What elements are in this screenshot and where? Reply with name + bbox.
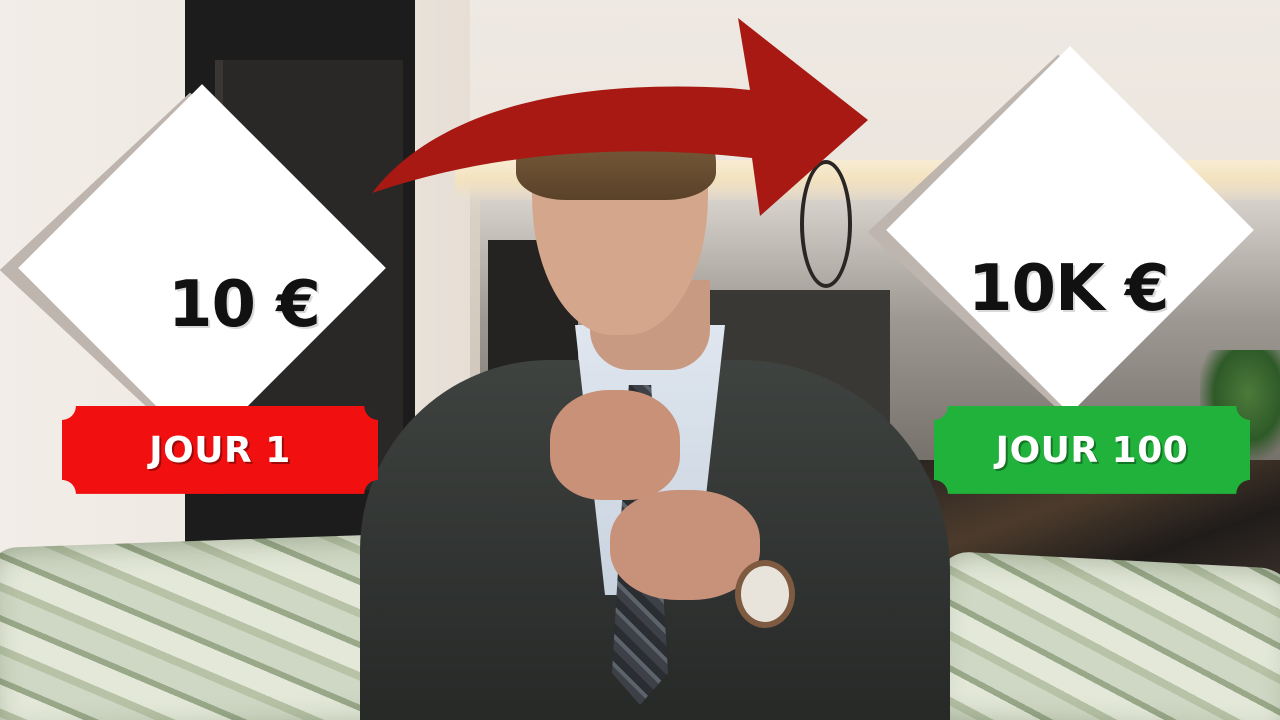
day-1-label: JOUR 1 <box>62 406 378 494</box>
left-price: 10 € <box>168 268 321 342</box>
curved-arrow-right-icon <box>372 18 868 216</box>
right-price: 10K € <box>968 252 1169 326</box>
wristwatch <box>735 560 795 628</box>
thumbnail-scene: 10 € 10K € JOUR 1 JOUR 100 <box>0 0 1280 720</box>
day-100-label: JOUR 100 <box>934 406 1250 494</box>
hand-adjusting-tie <box>550 390 680 500</box>
money-pile-right <box>930 550 1280 720</box>
